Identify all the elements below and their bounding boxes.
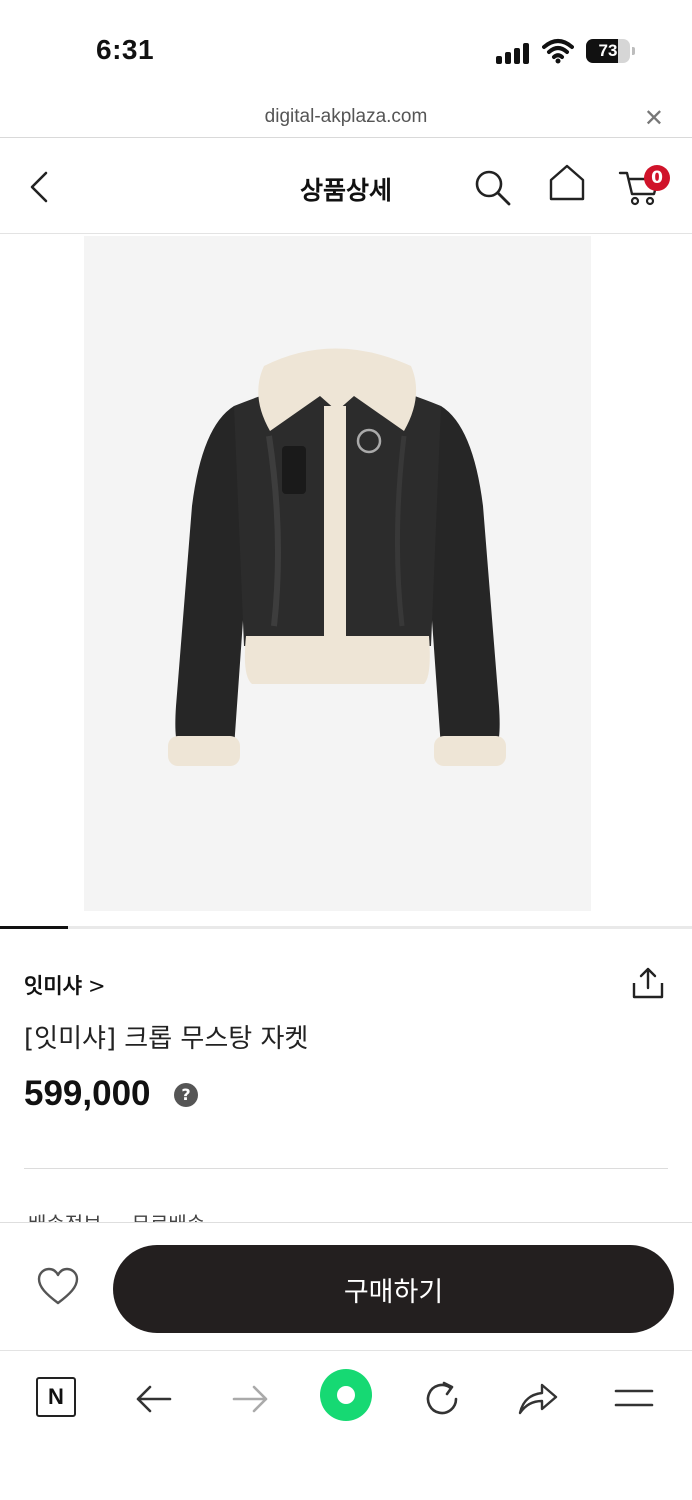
back-arrow-icon[interactable]	[132, 1377, 176, 1421]
share-arrow-icon[interactable]	[516, 1377, 560, 1421]
shipping-value: 무료배송	[132, 1208, 206, 1222]
battery-tip	[632, 47, 635, 55]
image-indicator	[0, 926, 68, 929]
heart-icon[interactable]	[36, 1267, 80, 1307]
battery-level: 73	[598, 41, 618, 60]
shipping-info-row: 배송정보 무료배송	[28, 1204, 428, 1222]
buy-button[interactable]: 구매하기	[113, 1245, 674, 1333]
url-bar[interactable]: digital-akplaza.com ✕	[0, 100, 692, 138]
brand-link[interactable]: 잇미샤 >	[24, 970, 106, 1000]
buy-bar: 구매하기	[0, 1222, 692, 1350]
menu-icon[interactable]	[612, 1377, 656, 1421]
search-icon[interactable]	[472, 167, 512, 207]
home-icon[interactable]	[548, 163, 586, 203]
page-title: 상품상세	[299, 176, 392, 205]
url-text[interactable]: digital-akplaza.com	[0, 106, 692, 128]
status-time: 6:31	[96, 34, 155, 65]
shipping-label: 배송정보	[28, 1208, 102, 1222]
product-image[interactable]	[84, 236, 591, 911]
chevron-right-icon: >	[87, 974, 106, 998]
divider	[24, 1168, 668, 1169]
page-header: 상품상세	[0, 139, 692, 234]
battery-icon: 73	[586, 39, 630, 63]
cart-count-badge: 0	[644, 165, 670, 191]
green-dot-icon[interactable]	[320, 1369, 372, 1421]
status-bar: 6:31 73	[0, 0, 692, 100]
naver-home-icon[interactable]: N	[36, 1377, 76, 1417]
help-icon[interactable]: ?	[174, 1083, 198, 1107]
close-icon[interactable]: ✕	[644, 104, 664, 132]
jacket-image	[168, 348, 506, 766]
wifi-icon	[542, 39, 574, 64]
brand-name[interactable]: 잇미샤	[24, 974, 82, 998]
signal-icon	[496, 42, 532, 64]
browser-toolbar: N	[0, 1350, 692, 1500]
product-name: [잇미샤] 크롭 무스탕 자켓	[24, 1024, 309, 1054]
image-indicator-track	[0, 926, 692, 929]
forward-arrow-icon[interactable]	[228, 1377, 272, 1421]
product-price: 599,000	[24, 1074, 151, 1113]
reload-icon[interactable]	[420, 1377, 464, 1421]
share-icon[interactable]	[630, 966, 666, 1000]
